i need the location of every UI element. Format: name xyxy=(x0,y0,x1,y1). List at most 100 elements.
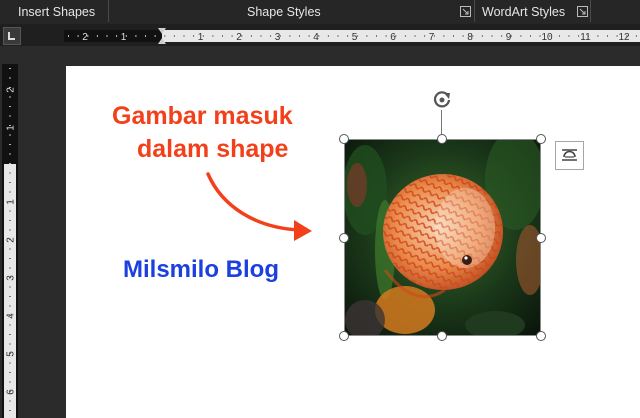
resize-handle-bottom[interactable] xyxy=(437,331,447,341)
dialog-launcher-icon[interactable] xyxy=(460,6,471,17)
ruler-tick xyxy=(607,35,608,37)
ruler-tick xyxy=(154,35,156,37)
rotate-handle-icon[interactable] xyxy=(431,89,453,111)
ruler-label: 4 xyxy=(6,313,17,319)
ruler-tick xyxy=(9,220,11,221)
ruler-tick xyxy=(308,35,310,37)
resize-handle-bottom-left[interactable] xyxy=(339,331,349,341)
dialog-launcher-icon[interactable] xyxy=(577,6,588,17)
ruler-label: 11 xyxy=(580,32,591,43)
ruler-tick xyxy=(9,77,11,79)
ruler-tick xyxy=(9,106,11,107)
ruler-tick xyxy=(337,35,339,37)
ruler-label: 9 xyxy=(506,32,512,43)
layout-options-button[interactable] xyxy=(555,141,584,170)
ruler-tick xyxy=(289,35,291,37)
ruler-tick xyxy=(558,35,560,37)
ruler-tick xyxy=(9,305,11,307)
ruler-tick xyxy=(9,134,11,136)
ruler-label: 3 xyxy=(275,32,281,43)
ruler-label: 2 xyxy=(6,237,17,243)
arrow-icon xyxy=(206,172,312,241)
ruler-tick xyxy=(376,35,377,37)
ruler-tick xyxy=(116,35,118,37)
ruler-tick xyxy=(9,324,11,326)
ruler-tick xyxy=(9,96,11,98)
ruler-tick xyxy=(164,35,166,37)
ruler-tick xyxy=(414,35,416,37)
ruler-label: 10 xyxy=(541,32,553,43)
ruler-tick xyxy=(9,334,11,335)
ruler-tick xyxy=(212,35,214,37)
ribbon-separator xyxy=(474,0,475,22)
ruler-tick xyxy=(9,163,11,164)
ruler-tick xyxy=(501,35,503,37)
ruler-tick xyxy=(404,35,406,37)
ruler-tick xyxy=(183,35,185,37)
ruler-tick xyxy=(9,258,11,259)
ruler-tick xyxy=(347,35,349,37)
tab-selector-button[interactable] xyxy=(3,27,21,45)
ruler-label: 1 xyxy=(6,199,17,205)
ruler-tick xyxy=(597,35,599,37)
ruler-tick xyxy=(491,35,493,37)
ruler-label: 2 xyxy=(6,87,17,93)
ruler-tick xyxy=(9,372,11,373)
ruler-label: 5 xyxy=(6,351,17,357)
ruler-tick xyxy=(635,35,637,37)
ruler-tick xyxy=(424,35,426,37)
ruler-tick xyxy=(578,35,580,37)
resize-handle-right[interactable] xyxy=(536,233,546,243)
resize-handle-bottom-right[interactable] xyxy=(536,331,546,341)
ruler-tick xyxy=(327,35,329,37)
resize-handle-top-left[interactable] xyxy=(339,134,349,144)
ruler-tick xyxy=(9,286,11,288)
group-insert-shapes-label: Insert Shapes xyxy=(18,5,96,19)
ruler-tick xyxy=(145,35,146,37)
ruler-tick xyxy=(481,35,483,37)
ruler-tick xyxy=(366,35,368,37)
ruler-tick xyxy=(9,343,11,345)
ribbon-separator xyxy=(108,0,109,22)
resize-handle-top-right[interactable] xyxy=(536,134,546,144)
fish-image xyxy=(345,140,540,335)
ruler-tick xyxy=(530,35,531,37)
ruler-tick xyxy=(270,35,272,37)
ruler-tick xyxy=(9,267,11,269)
ruler-label: 3 xyxy=(6,275,17,281)
ruler-tick xyxy=(260,35,262,37)
ruler-tick xyxy=(77,35,79,37)
ruler-tick xyxy=(299,35,300,37)
ruler-tick xyxy=(9,68,11,69)
resize-handle-top[interactable] xyxy=(437,134,447,144)
ruler-tick xyxy=(616,35,618,37)
ruler-label: 12 xyxy=(618,32,630,43)
ruler-label: 8 xyxy=(467,32,473,43)
ruler-tick xyxy=(173,35,175,37)
ruler-tick xyxy=(9,144,11,145)
ribbon-group-labels: Insert Shapes Shape Styles WordArt Style… xyxy=(0,0,640,24)
ruler-tick xyxy=(250,35,252,37)
ruler-tick xyxy=(9,381,11,383)
ruler-tick xyxy=(9,153,11,155)
resize-handle-left[interactable] xyxy=(339,233,349,243)
horizontal-ruler[interactable]: 2 1 1 2 3 4 5 6 7 8 9 10 11 12 xyxy=(64,28,640,44)
ruler-label: 4 xyxy=(313,32,319,43)
ruler-tick xyxy=(9,362,11,364)
ruler-tick xyxy=(68,35,69,37)
ruler-tick xyxy=(135,35,137,37)
ruler-tick xyxy=(106,35,108,37)
ruler-tick xyxy=(9,410,11,411)
ruler-tick xyxy=(9,229,11,231)
ruler-tick xyxy=(9,296,11,297)
vertical-ruler[interactable]: 2 1 1 2 3 4 5 6 xyxy=(2,64,18,418)
ruler-tick xyxy=(9,182,11,183)
ruler-tick xyxy=(453,35,454,37)
ruler-label: 1 xyxy=(6,125,17,131)
fish-picture-shape[interactable] xyxy=(344,139,541,336)
ruler-label: 1 xyxy=(198,32,204,43)
ruler-tick xyxy=(443,35,445,37)
ruler-tick xyxy=(9,172,11,174)
ruler-label: 7 xyxy=(429,32,435,43)
ruler-tick xyxy=(462,35,464,37)
